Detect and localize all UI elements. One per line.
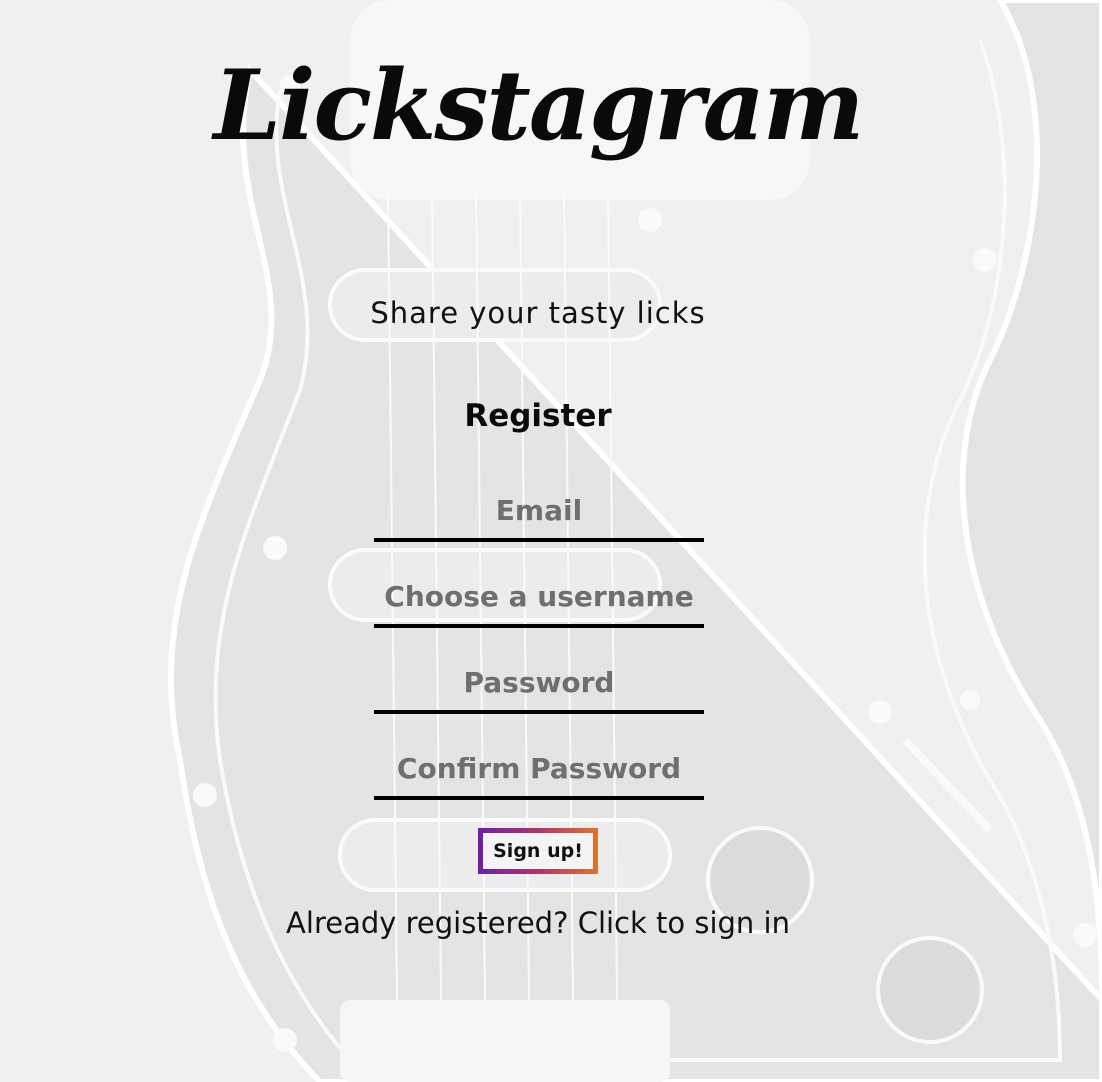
username-field[interactable] [374,568,704,628]
confirm-password-field[interactable] [374,740,704,800]
app-logo: Lickstagram [213,49,864,162]
sign-in-link[interactable]: Already registered? Click to sign in [0,906,1076,940]
tagline: Share your tasty licks [370,296,706,330]
register-page: Lickstagram Share your tasty licks Regis… [0,0,1102,1082]
password-field[interactable] [374,654,704,714]
form-heading: Register [464,398,612,434]
email-field[interactable] [374,482,704,542]
sign-up-button[interactable]: Sign up! [478,828,598,874]
